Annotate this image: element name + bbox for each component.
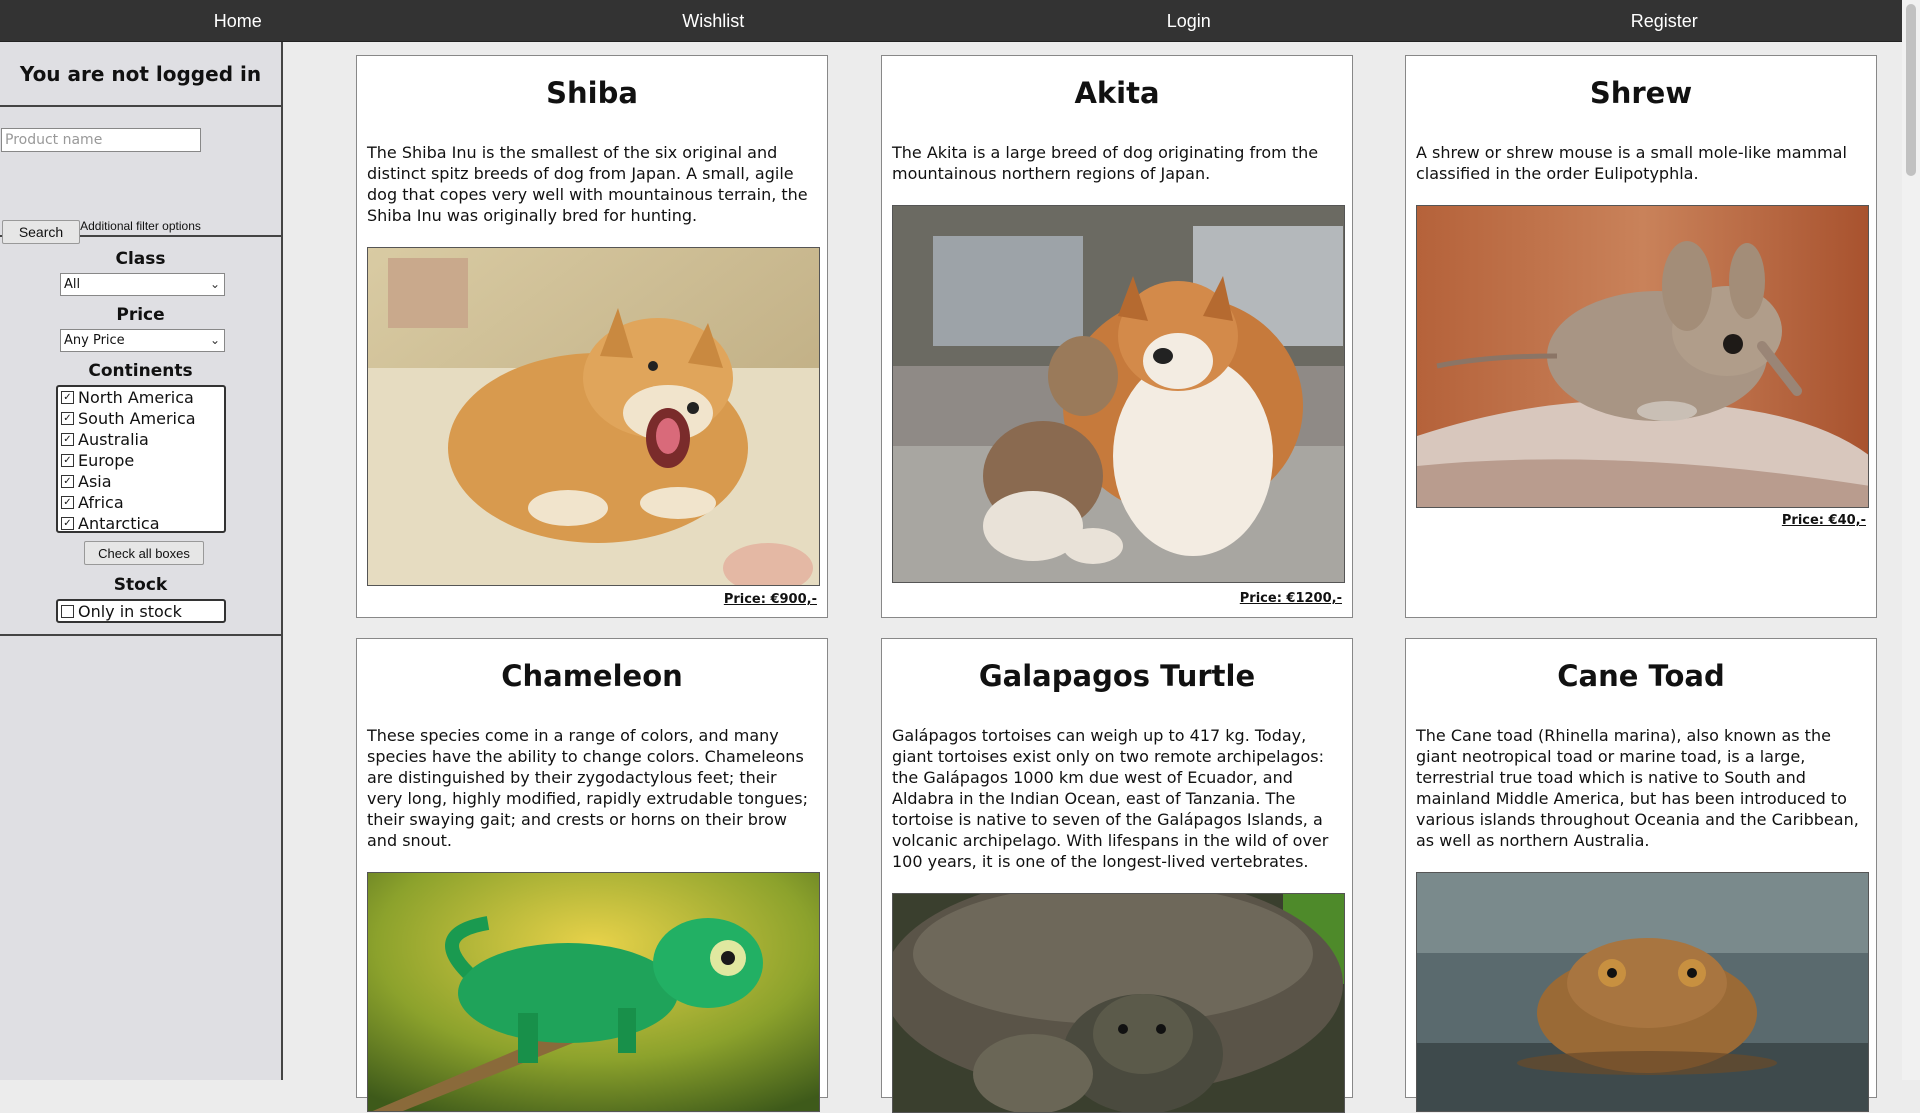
- product-card[interactable]: Shiba The Shiba Inu is the smallest of t…: [356, 55, 828, 618]
- continents-checkbox-list: ✓ North America ✓ South America ✓ Australia…: [56, 385, 226, 533]
- product-description: Galápagos tortoises can weigh up to 417 …: [892, 726, 1329, 871]
- product-image: [892, 893, 1345, 1113]
- product-title: Shrew: [1589, 76, 1693, 110]
- search-input[interactable]: [1, 128, 201, 152]
- product-description: The Akita is a large breed of dog origin…: [892, 143, 1319, 183]
- class-select-value: All: [64, 277, 81, 292]
- product-title: Chameleon: [501, 659, 683, 693]
- price-select[interactable]: Any Price ⌄: [60, 329, 225, 352]
- product-card[interactable]: Cane Toad The Cane toad (Rhinella marina…: [1405, 638, 1877, 1112]
- checkbox-checked[interactable]: ✓: [61, 412, 74, 425]
- page-scrollbar[interactable]: [1902, 0, 1920, 1080]
- checkbox-checked[interactable]: ✓: [61, 454, 74, 467]
- price-select-value: Any Price: [64, 333, 125, 348]
- stock-heading: Stock: [113, 575, 168, 595]
- product-price[interactable]: Price: €40,-: [1782, 513, 1866, 528]
- chevron-down-icon: ⌄: [209, 277, 220, 291]
- chevron-down-icon: ⌄: [209, 333, 220, 347]
- nav-home-link[interactable]: Home: [0, 0, 476, 41]
- nav-wishlist-link[interactable]: Wishlist: [476, 0, 952, 41]
- checkbox-checked[interactable]: ✓: [61, 475, 74, 488]
- continent-option-africa[interactable]: ✓ Africa: [58, 492, 224, 513]
- nav-register-link[interactable]: Register: [1427, 0, 1903, 41]
- continent-option-europe[interactable]: ✓ Europe: [58, 450, 224, 471]
- check-all-button[interactable]: Check all boxes: [84, 541, 204, 565]
- product-title: Akita: [1074, 76, 1160, 110]
- class-select[interactable]: All ⌄: [60, 273, 225, 296]
- continent-label: Australia: [78, 430, 149, 449]
- product-image: [1416, 872, 1869, 1112]
- continent-label: Antarctica: [78, 514, 160, 533]
- product-image: [892, 205, 1345, 583]
- product-description: The Shiba Inu is the smallest of the six…: [367, 143, 808, 225]
- filter-panel: Class All ⌄ Price Any Price ⌄ Continents…: [0, 237, 281, 636]
- product-card[interactable]: Shrew A shrew or shrew mouse is a small …: [1405, 55, 1877, 618]
- product-title: Shiba: [546, 76, 638, 110]
- continents-heading: Continents: [88, 361, 193, 381]
- product-image: [367, 247, 820, 586]
- continent-label: Africa: [78, 493, 124, 512]
- product-image: [367, 872, 820, 1112]
- scrollbar-thumb[interactable]: [1906, 4, 1916, 176]
- product-price[interactable]: Price: €900,-: [724, 592, 817, 607]
- product-price[interactable]: Price: €1200,-: [1240, 591, 1342, 606]
- product-title: Cane Toad: [1557, 659, 1725, 693]
- login-status: You are not logged in: [0, 42, 281, 107]
- continent-label: Europe: [78, 451, 135, 470]
- product-description: These species come in a range of colors,…: [367, 726, 808, 850]
- price-heading: Price: [116, 305, 165, 325]
- additional-filter-label: Additional filter options: [80, 219, 201, 233]
- product-description: A shrew or shrew mouse is a small mole-l…: [1416, 143, 1847, 183]
- product-image: [1416, 205, 1869, 508]
- product-title: Galapagos Turtle: [978, 659, 1256, 693]
- checkbox-unchecked[interactable]: [61, 605, 74, 618]
- product-card[interactable]: Galapagos Turtle Galápagos tortoises can…: [881, 638, 1353, 1113]
- checkbox-checked[interactable]: ✓: [61, 496, 74, 509]
- checkbox-checked[interactable]: ✓: [61, 433, 74, 446]
- search-section: Search Additional filter options: [0, 107, 281, 244]
- only-in-stock-option[interactable]: Only in stock: [58, 601, 224, 622]
- continent-option-antarctica[interactable]: ✓ Antarctica: [58, 513, 224, 534]
- sidebar: You are not logged in Search Additional …: [0, 42, 283, 1080]
- continent-option-south-america[interactable]: ✓ South America: [58, 408, 224, 429]
- continent-option-australia[interactable]: ✓ Australia: [58, 429, 224, 450]
- continent-label: North America: [78, 388, 194, 407]
- checkbox-checked[interactable]: ✓: [61, 517, 74, 530]
- stock-option-box: Only in stock: [56, 599, 226, 623]
- continent-label: Asia: [78, 472, 112, 491]
- class-heading: Class: [115, 249, 166, 269]
- checkbox-checked[interactable]: ✓: [61, 391, 74, 404]
- only-in-stock-label: Only in stock: [78, 602, 182, 621]
- continent-option-north-america[interactable]: ✓ North America: [58, 387, 224, 408]
- nav-login-link[interactable]: Login: [951, 0, 1427, 41]
- product-card[interactable]: Akita The Akita is a large breed of dog …: [881, 55, 1353, 618]
- top-navigation: Home Wishlist Login Register: [0, 0, 1902, 42]
- product-card[interactable]: Chameleon These species come in a range …: [356, 638, 828, 1112]
- continent-label: South America: [78, 409, 196, 428]
- continent-option-asia[interactable]: ✓ Asia: [58, 471, 224, 492]
- product-description: The Cane toad (Rhinella marina), also kn…: [1416, 726, 1859, 850]
